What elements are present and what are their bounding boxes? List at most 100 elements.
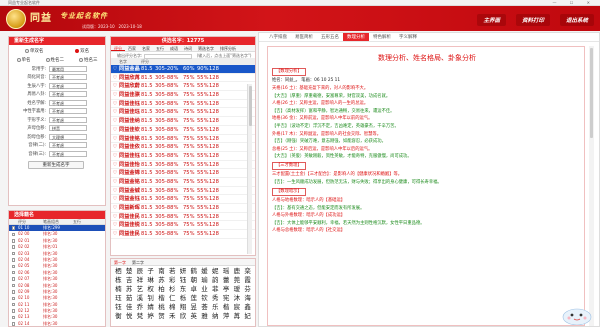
char-cell[interactable]: 艺	[135, 285, 146, 294]
char-cell[interactable]: 海	[242, 294, 253, 303]
char-cell[interactable]: 钰	[113, 303, 124, 312]
heart-icon[interactable]: ♡	[111, 108, 119, 116]
radio-icon[interactable]	[79, 57, 83, 62]
checkbox-icon[interactable]	[11, 245, 16, 249]
name-row[interactable]: ♡ 同益欣苒 81.5 305 -88% 75% 55% 128	[111, 74, 255, 83]
checkbox-icon[interactable]	[11, 309, 16, 313]
name-row[interactable]: ♡ 同益金铖 81.5 305 -88% 75% 55% 128	[111, 187, 255, 196]
char-cell[interactable]: 琳	[145, 276, 156, 285]
names-tab[interactable]: 排序分析	[217, 45, 239, 51]
heart-icon[interactable]: ♡	[111, 100, 119, 108]
heart-icon[interactable]: ♡	[111, 195, 119, 203]
char-cell[interactable]: 桃	[156, 303, 167, 312]
char-cell[interactable]: 楷	[221, 303, 232, 312]
radio-option[interactable]: 姓名三	[79, 57, 98, 63]
char-cell[interactable]: 卓	[188, 285, 199, 294]
radio-option[interactable]: 姓名二	[45, 57, 64, 63]
checkbox-icon[interactable]	[11, 322, 16, 326]
char-cell[interactable]: 昱	[188, 303, 199, 312]
checkbox-icon[interactable]	[11, 251, 16, 256]
header-menu-button[interactable]: 退出系统	[559, 14, 594, 26]
checkbox-icon[interactable]	[11, 296, 16, 301]
filter-field-select[interactable]: 不考虑	[49, 116, 87, 123]
char-cell[interactable]: 栎	[178, 294, 189, 303]
heart-icon[interactable]: ♡	[111, 187, 119, 195]
name-row[interactable]: ♡ 同益金钰 81.5 305 -88% 75% 55% 128	[111, 195, 255, 204]
filter-field-select[interactable]: 不考虑	[49, 82, 87, 89]
checkbox-icon[interactable]	[11, 226, 16, 230]
char-cell[interactable]: 荟	[199, 303, 210, 312]
char-cell[interactable]: 乔	[135, 303, 146, 312]
char-cell[interactable]: 权	[145, 285, 156, 294]
chars-tab[interactable]: 第二字	[129, 259, 147, 265]
name-row[interactable]: ♡ 同益佳钦 81.5 305 -88% 75% 55% 128	[111, 126, 255, 135]
radio-icon[interactable]	[45, 57, 50, 62]
char-cell[interactable]: 瑜	[199, 276, 210, 285]
heart-icon[interactable]: ♡	[111, 161, 119, 169]
analysis-tab[interactable]: 数理分析	[343, 33, 369, 41]
heart-icon[interactable]: ♡	[111, 143, 119, 151]
pattern-list-row[interactable]: 02 14 排名:30	[9, 321, 105, 327]
checkbox-icon[interactable]	[11, 264, 16, 269]
names-tab[interactable]: 评分	[111, 45, 125, 51]
radio-icon[interactable]	[75, 48, 80, 53]
filter-field-select[interactable]: 大理想	[49, 133, 87, 140]
analysis-tab[interactable]: 字义解释	[395, 33, 421, 41]
checkbox-icon[interactable]	[11, 277, 16, 281]
names-tab[interactable]: 诗词	[181, 45, 195, 51]
heart-icon[interactable]: ♡	[111, 91, 119, 99]
name-row[interactable]: ♡ 同益佳怡 81.5 305 -88% 75% 55% 128	[111, 161, 255, 170]
heart-icon[interactable]: ♡	[111, 230, 119, 238]
char-cell[interactable]: 妮	[210, 267, 221, 276]
checkbox-icon[interactable]	[11, 302, 16, 307]
char-cell[interactable]: 韵	[210, 276, 221, 285]
char-cell[interactable]: 梵	[135, 312, 146, 321]
char-cell[interactable]: 仁	[167, 294, 178, 303]
char-cell[interactable]: 贺	[156, 312, 167, 321]
char-cell[interactable]: 彩	[167, 276, 178, 285]
char-cell[interactable]: 楷	[156, 294, 167, 303]
filter-field-select[interactable]: 不考虑	[49, 108, 87, 114]
name-row[interactable]: ♡ 同益佳纳 81.5 305 -88% 75% 55% 128	[111, 117, 255, 126]
char-cell[interactable]: 乐	[210, 303, 221, 312]
heart-icon[interactable]: ♡	[111, 126, 119, 134]
heart-icon[interactable]: ♡	[111, 82, 119, 90]
char-cell[interactable]: 鹤	[188, 267, 199, 276]
filter-field-select[interactable]: 不考虑	[49, 74, 87, 80]
char-cell[interactable]: 吉	[124, 276, 135, 285]
char-cell[interactable]: 亭	[221, 285, 232, 294]
analysis-tab[interactable]: 八字排盘	[265, 33, 291, 41]
char-cell[interactable]: 南	[156, 267, 167, 276]
char-cell[interactable]: 瑶	[221, 267, 232, 276]
checkbox-icon[interactable]	[11, 258, 16, 262]
char-cell[interactable]: 鑫	[242, 303, 253, 312]
analysis-tab[interactable]: 特色解析	[369, 33, 395, 41]
char-cell[interactable]: 瑷	[231, 285, 242, 294]
names-tab[interactable]: 成语	[167, 45, 181, 51]
char-cell[interactable]: 辰	[135, 267, 146, 276]
heart-icon[interactable]: ♡	[111, 117, 119, 125]
heart-icon[interactable]: ♡	[111, 65, 119, 73]
char-cell[interactable]: 宪	[221, 294, 232, 303]
char-cell[interactable]: 妍	[178, 267, 189, 276]
analysis-tab[interactable]: 易医简析	[291, 33, 317, 41]
header-menu-button[interactable]: 主界面	[477, 14, 506, 26]
char-cell[interactable]: 栋	[113, 276, 124, 285]
regen-button[interactable]: 重新生成名字	[28, 161, 84, 169]
name-row[interactable]: ♡ 同益佳骐 81.5 305 -88% 75% 55% 128	[111, 91, 255, 100]
char-cell[interactable]: 苏	[156, 276, 167, 285]
char-cell[interactable]: 朝	[188, 276, 199, 285]
char-cell[interactable]: 菲	[210, 285, 221, 294]
radio-option[interactable]: 单双名	[24, 48, 43, 54]
names-tab[interactable]: 五行	[153, 45, 167, 51]
row-checkbox[interactable]	[9, 321, 18, 327]
name-row[interactable]: ♡ 同益佳钰 81.5 305 -88% 75% 55% 128	[111, 100, 255, 109]
char-cell[interactable]: 芬	[242, 285, 253, 294]
filter-field-select[interactable]: 最常用	[49, 65, 87, 72]
char-cell[interactable]: 欣	[178, 312, 189, 321]
radio-option[interactable]: 单名	[16, 57, 31, 63]
char-cell[interactable]: 蕾	[221, 276, 232, 285]
radio-option[interactable]: 双名	[75, 48, 89, 54]
char-cell[interactable]: 钊	[145, 294, 156, 303]
checkbox-icon[interactable]	[11, 270, 16, 275]
